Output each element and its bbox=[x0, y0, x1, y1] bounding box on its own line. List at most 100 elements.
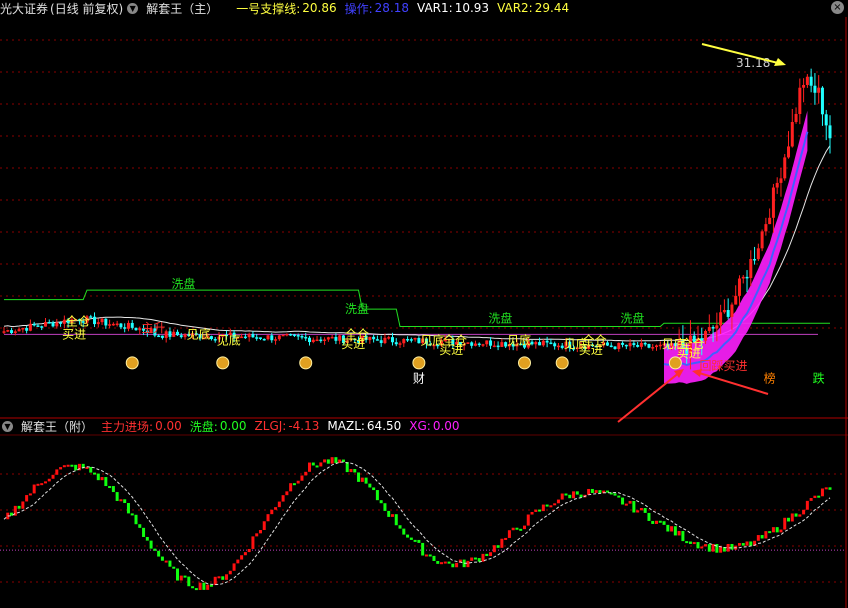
momentum-bar bbox=[247, 548, 251, 553]
candle-body bbox=[28, 323, 32, 331]
candle-body bbox=[130, 322, 134, 328]
money-bag-icon bbox=[216, 356, 230, 370]
candle-body bbox=[251, 334, 255, 338]
momentum-bar bbox=[447, 561, 451, 564]
candle-body bbox=[51, 322, 55, 327]
momentum-bar bbox=[409, 537, 413, 540]
candle-body bbox=[643, 342, 647, 345]
candle-body bbox=[809, 76, 813, 86]
momentum-bar bbox=[779, 529, 783, 533]
momentum-bar bbox=[153, 548, 157, 551]
momentum-bar bbox=[25, 495, 29, 502]
momentum-bar bbox=[59, 467, 63, 470]
chart-annotation: 榜 bbox=[764, 371, 776, 386]
chart-annotation: 买进 bbox=[677, 346, 701, 360]
momentum-bar bbox=[126, 503, 130, 514]
momentum-bar bbox=[515, 527, 519, 530]
momentum-bar bbox=[66, 464, 70, 467]
candle-body bbox=[828, 125, 832, 139]
momentum-bar bbox=[522, 525, 526, 530]
momentum-bar bbox=[243, 552, 247, 556]
candle-body bbox=[2, 331, 6, 333]
candle-body bbox=[281, 334, 285, 337]
momentum-bar bbox=[655, 520, 659, 524]
momentum-bar bbox=[560, 493, 564, 500]
momentum-bar bbox=[496, 545, 500, 548]
chart-annotation: 买进 bbox=[439, 343, 463, 357]
candle-body bbox=[655, 345, 659, 348]
candle-body bbox=[639, 342, 643, 347]
candle-body bbox=[477, 343, 481, 346]
momentum-bar bbox=[277, 501, 281, 508]
momentum-bar bbox=[100, 477, 104, 481]
candle-body bbox=[621, 342, 625, 345]
candle-body bbox=[6, 330, 10, 332]
momentum-bar bbox=[368, 483, 372, 488]
chart-annotation: 见底 bbox=[507, 333, 531, 348]
candle-body bbox=[119, 323, 123, 328]
money-bag-icon bbox=[517, 356, 531, 370]
candle-body bbox=[790, 122, 794, 147]
momentum-bar bbox=[587, 488, 591, 495]
momentum-bar bbox=[258, 530, 262, 534]
momentum-bar bbox=[538, 509, 542, 512]
candle-body bbox=[402, 339, 406, 344]
candle-body bbox=[13, 331, 17, 333]
candle-body bbox=[394, 342, 398, 345]
candle-body bbox=[737, 278, 741, 296]
momentum-bar bbox=[74, 464, 78, 471]
momentum-bar bbox=[477, 558, 481, 562]
buy-arrow bbox=[617, 371, 681, 423]
momentum-bar bbox=[473, 557, 477, 560]
momentum-bar bbox=[670, 526, 674, 532]
momentum-bar bbox=[213, 576, 217, 586]
candle-body bbox=[553, 343, 557, 347]
momentum-bar bbox=[240, 555, 244, 560]
money-bag-icon bbox=[668, 356, 682, 370]
momentum-bar bbox=[424, 554, 428, 557]
momentum-bar bbox=[632, 500, 636, 513]
momentum-bar bbox=[813, 495, 817, 499]
candle-body bbox=[749, 259, 753, 278]
candle-body bbox=[545, 340, 549, 343]
momentum-bar bbox=[507, 530, 511, 538]
momentum-bar bbox=[771, 527, 775, 533]
stock-chart[interactable]: 31.18洗盘洗盘洗盘 洗盘全仓买进 主升 见底 见底 全仓买进 见底全仓买进见底 见底全仓买… bbox=[0, 0, 848, 608]
candle-body bbox=[47, 322, 51, 324]
candle-body bbox=[25, 328, 29, 331]
momentum-bar bbox=[274, 507, 278, 510]
candle-body bbox=[715, 325, 719, 329]
momentum-bar bbox=[130, 513, 134, 516]
momentum-bar bbox=[326, 459, 330, 464]
candle-body bbox=[319, 339, 323, 342]
candle-body bbox=[538, 342, 542, 346]
momentum-bar bbox=[323, 459, 327, 463]
candle-body bbox=[609, 345, 613, 348]
momentum-bar bbox=[662, 521, 666, 525]
chart-annotation: 洗盘 bbox=[620, 311, 644, 326]
candle-body bbox=[115, 323, 119, 326]
candle-body bbox=[813, 85, 817, 93]
momentum-bar bbox=[251, 536, 255, 549]
candle-body bbox=[93, 316, 97, 325]
momentum-bar bbox=[519, 528, 523, 531]
momentum-bar bbox=[436, 560, 440, 564]
candle-body bbox=[326, 337, 330, 340]
momentum-bar bbox=[545, 504, 549, 507]
momentum-bar bbox=[598, 490, 602, 494]
momentum-bar bbox=[172, 566, 176, 569]
momentum-bar bbox=[123, 499, 127, 504]
candle-body bbox=[500, 342, 504, 347]
momentum-bar bbox=[760, 535, 764, 539]
candle-body bbox=[308, 337, 312, 343]
momentum-bar bbox=[466, 560, 470, 568]
candle-body bbox=[775, 182, 779, 188]
momentum-bar bbox=[390, 514, 394, 517]
momentum-bar bbox=[402, 528, 406, 535]
momentum-bar bbox=[17, 505, 21, 509]
momentum-bar bbox=[504, 537, 508, 540]
momentum-bar bbox=[443, 561, 447, 564]
momentum-bar bbox=[828, 487, 832, 490]
candle-body bbox=[485, 340, 489, 345]
candle-body bbox=[372, 336, 376, 340]
